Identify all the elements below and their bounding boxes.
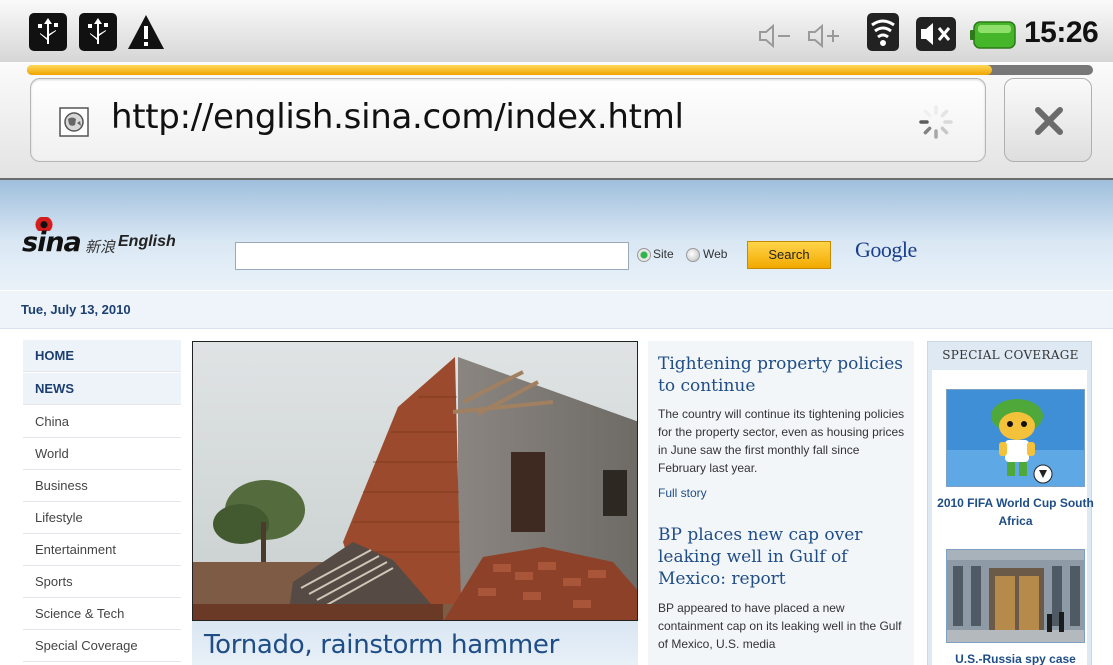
radio-web-label: Web <box>703 247 728 261</box>
page-load-progress <box>27 65 1093 75</box>
main-story-photo[interactable] <box>192 341 638 621</box>
logo-mark: sina <box>22 227 82 258</box>
logo-english: English <box>118 233 176 250</box>
loading-spinner-icon <box>919 105 953 139</box>
headline-property[interactable]: Tightening property policies to continue <box>658 353 908 397</box>
globe-icon <box>59 107 89 137</box>
summary-bp: BP appeared to have placed a new contain… <box>658 601 902 651</box>
nav-item-home[interactable]: HOME <box>23 340 181 372</box>
stop-loading-button[interactable] <box>1004 78 1092 162</box>
search-button[interactable]: Search <box>747 241 831 269</box>
special-coverage-list: 2010 FIFA World Cup South Africa U.S.-Ru… <box>932 370 1094 665</box>
status-bar: 15:26 <box>0 0 1113 62</box>
special-coverage-title: SPECIAL COVERAGE <box>942 348 1079 362</box>
news-column: Tightening property policies to continue… <box>648 341 914 665</box>
headline-bp[interactable]: BP places new cap over leaking well in G… <box>658 524 908 590</box>
progress-fill <box>27 65 992 75</box>
volume-up-icon <box>808 23 839 49</box>
logo-chinese: 新浪 <box>85 239 116 256</box>
summary-property: The country will continue its tightening… <box>658 407 905 475</box>
volume-down-icon <box>759 23 790 49</box>
url-text: http://english.sina.com/index.html <box>111 97 684 137</box>
full-story-link[interactable]: Full story <box>658 486 707 500</box>
courthouse-photo <box>947 550 1084 642</box>
date-bar: Tue, July 13, 2010 <box>0 291 1113 329</box>
browser-toolbar: http://english.sina.com/index.html <box>0 62 1113 180</box>
site-header: sina 新浪 English Site Web Search Google <box>0 180 1113 290</box>
nav-item-entertainment[interactable]: Entertainment <box>23 534 181 566</box>
left-nav: HOME NEWS China World Business Lifestyle… <box>23 340 181 665</box>
world-cup-promo-image[interactable] <box>946 389 1085 487</box>
nav-item-business[interactable]: Business <box>23 470 181 502</box>
mute-icon <box>916 17 956 51</box>
special-coverage-panel: SPECIAL COVERAGE 2010 FIFA World Cup Sou… <box>927 341 1094 665</box>
main-story-headline[interactable]: Tornado, rainstorm hammer <box>204 630 559 660</box>
radio-web[interactable] <box>686 248 700 262</box>
nav-item-science-tech[interactable]: Science & Tech <box>23 598 181 630</box>
battery-icon <box>970 21 1016 49</box>
clock: 15:26 <box>1024 16 1099 49</box>
main-story-caption-box: Tornado, rainstorm hammer <box>192 621 638 665</box>
close-icon <box>1035 107 1063 135</box>
warning-icon <box>128 15 164 49</box>
nav-item-sports[interactable]: Sports <box>23 566 181 598</box>
current-date: Tue, July 13, 2010 <box>21 302 131 317</box>
nav-item-world[interactable]: World <box>23 438 181 470</box>
collapsed-house-photo <box>193 342 637 620</box>
radio-site-label: Site <box>653 247 674 261</box>
url-field[interactable]: http://english.sina.com/index.html <box>30 78 986 162</box>
site-search-input[interactable] <box>235 242 629 270</box>
usb-icon <box>29 13 67 51</box>
world-cup-mascot-image <box>947 390 1084 486</box>
usb-icon <box>79 13 117 51</box>
world-cup-link[interactable]: 2010 FIFA World Cup South Africa <box>934 494 1097 530</box>
spy-case-link[interactable]: U.S.-Russia spy case <box>934 650 1097 665</box>
wifi-icon <box>867 13 899 51</box>
sina-logo[interactable]: sina 新浪 English <box>22 217 202 258</box>
nav-item-lifestyle[interactable]: Lifestyle <box>23 502 181 534</box>
nav-item-news[interactable]: NEWS <box>23 373 181 405</box>
radio-site[interactable] <box>637 248 651 262</box>
google-logo: Google <box>855 237 917 262</box>
spy-case-promo-image[interactable] <box>946 549 1085 643</box>
web-page: sina 新浪 English Site Web Search Google T… <box>0 180 1113 665</box>
nav-item-china[interactable]: China <box>23 406 181 438</box>
nav-item-special-coverage[interactable]: Special Coverage <box>23 630 181 662</box>
